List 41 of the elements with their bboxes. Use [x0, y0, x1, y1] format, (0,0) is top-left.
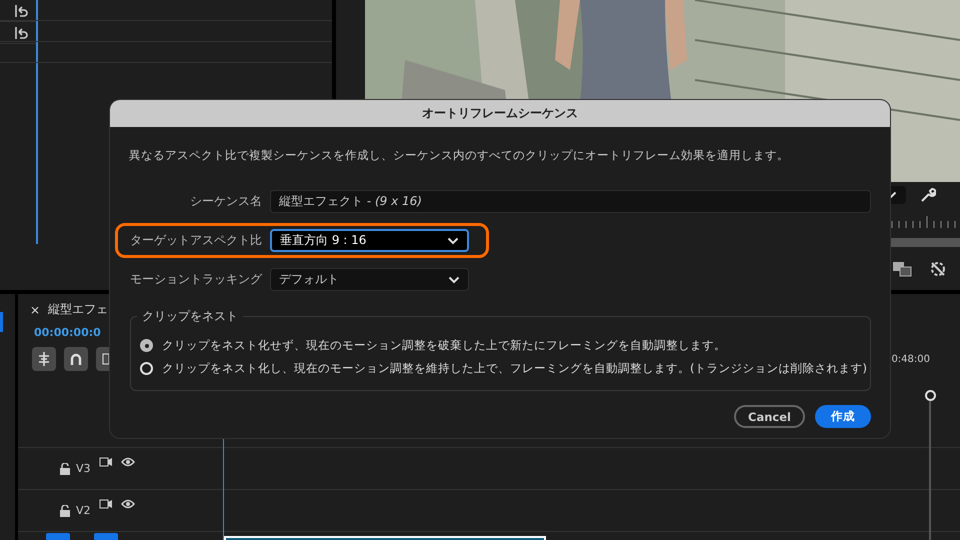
undo-icon[interactable] — [14, 26, 28, 40]
lock-icon[interactable] — [60, 462, 70, 474]
film-icon[interactable] — [98, 498, 113, 508]
field-label: モーショントラッキング — [129, 271, 262, 288]
wrench-icon[interactable] — [920, 187, 936, 203]
create-button[interactable]: 作成 — [815, 405, 871, 428]
radio-button[interactable] — [140, 339, 153, 352]
group-legend: クリップをネスト — [137, 308, 243, 325]
lock-icon[interactable] — [60, 504, 70, 516]
field-label: ターゲットアスペクト比 — [129, 232, 262, 249]
radio-label[interactable]: クリップをネスト化し、現在のモーション調整を維持した上で、フレーミングを自動調整します。(トランジションは削除されます) — [162, 361, 867, 376]
align-icon — [37, 352, 51, 366]
close-icon[interactable]: × — [30, 302, 40, 316]
track-name: V2 — [76, 504, 91, 517]
snap-button[interactable] — [64, 347, 88, 371]
film-icon[interactable] — [98, 456, 113, 466]
eye-icon[interactable] — [120, 456, 135, 466]
scrollbar[interactable] — [926, 390, 934, 540]
crossed-icon[interactable] — [930, 261, 946, 277]
select-field[interactable]: デフォルト — [270, 268, 469, 291]
field-label: シーケンス名 — [189, 193, 262, 210]
track-toggle[interactable] — [46, 533, 70, 540]
chevron-icon — [448, 276, 460, 284]
cancel-button[interactable]: Cancel — [734, 405, 805, 428]
frames-icon[interactable] — [892, 261, 912, 277]
tab-title[interactable]: 縦型エフェ — [48, 301, 108, 318]
select-field[interactable]: 垂直方向 9 : 16 — [270, 229, 469, 252]
eye-icon[interactable] — [120, 498, 135, 508]
chevron-icon — [447, 236, 459, 244]
track-toggle[interactable] — [94, 533, 118, 540]
radio-button[interactable] — [140, 362, 153, 375]
dialog-title: オートリフレームシーケンス — [110, 100, 890, 127]
radio-label[interactable]: クリップをネスト化せず、現在のモーション調整を破棄した上で新たにフレーミングを自動調整します。 — [162, 338, 726, 353]
undo-icon[interactable] — [14, 4, 28, 18]
description: 異なるアスペクト比で複製シーケンスを作成し、シーケンス内のすべてのクリップにオートリフレーム効果を適用します。 — [129, 148, 790, 163]
input-field[interactable]: 縦型エフェクト - (9 x 16) — [270, 190, 871, 213]
timecode[interactable]: 00:00:00:0 — [34, 326, 101, 339]
magnet-icon — [70, 353, 82, 365]
ruler-time: 0:48:00 — [891, 354, 930, 364]
nest-button[interactable] — [32, 347, 56, 371]
track-name: V3 — [76, 462, 91, 475]
